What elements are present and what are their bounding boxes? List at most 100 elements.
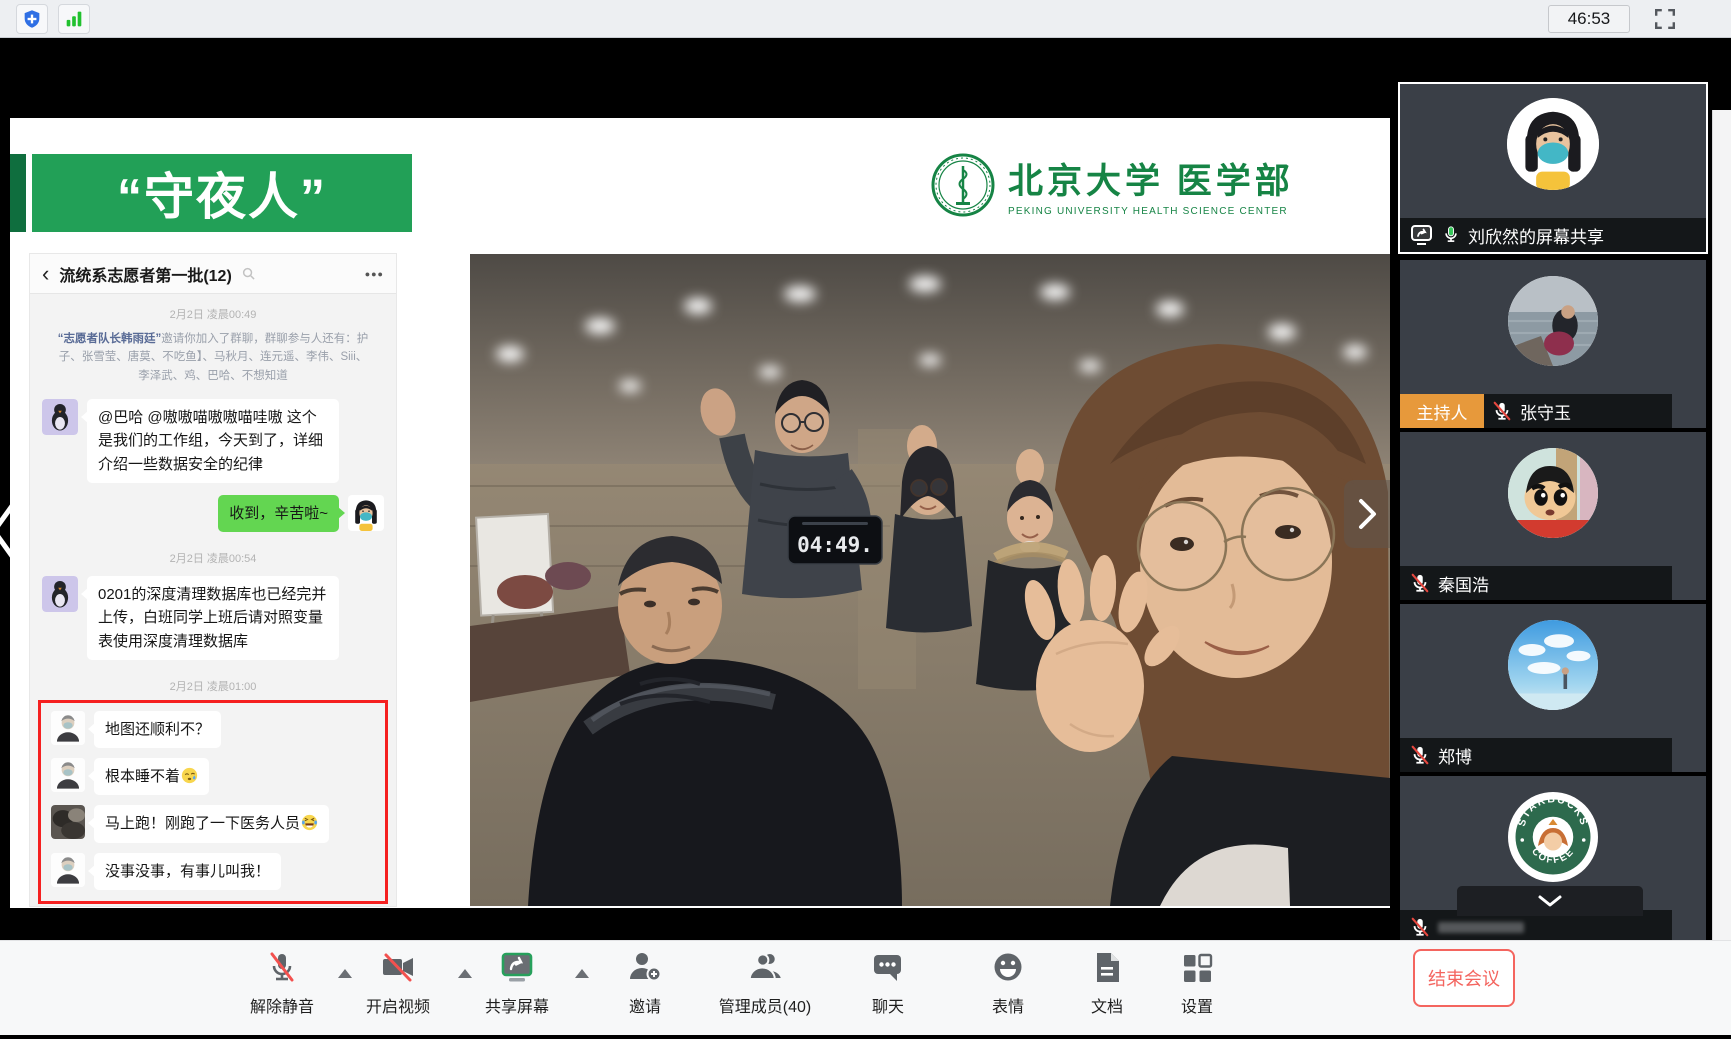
- fullscreen-button[interactable]: [1652, 6, 1678, 32]
- emoji-button[interactable]: 表情: [991, 950, 1025, 1017]
- participant-name-bar: 刘欣然的屏幕共享: [1400, 218, 1706, 252]
- prev-slide-button[interactable]: [0, 500, 16, 562]
- avatar: [42, 576, 78, 612]
- invite-button[interactable]: 邀请: [628, 950, 662, 1017]
- participant-tile-bottom[interactable]: STARBUCKS COFFEE: [1400, 776, 1706, 944]
- participant-name-bar: 主持人 张守玉: [1400, 394, 1672, 428]
- unmute-button[interactable]: 解除静音: [250, 950, 314, 1017]
- avatar: [51, 711, 85, 745]
- invite-person-icon: [628, 950, 662, 986]
- chat-message-row: 马上跑！刚跑了一下医务人员: [41, 800, 385, 847]
- mic-on-icon: [1442, 224, 1460, 246]
- chat-bubble: 收到，辛苦啦~: [218, 495, 339, 532]
- participant-tile-zhengbo[interactable]: 郑博: [1400, 604, 1706, 772]
- participant-name: 张守玉: [1520, 399, 1571, 424]
- chat-message-row: 地图还顺利不？: [41, 706, 385, 753]
- button-label: 设置: [1181, 993, 1213, 1017]
- sleepy-emoji-icon: [181, 767, 198, 784]
- avatar: STARBUCKS COFFEE: [1508, 792, 1598, 882]
- phone-time-text: 04:49.: [797, 533, 873, 557]
- chevron-left-icon: [0, 500, 16, 562]
- participant-name-bar: 郑博: [1400, 738, 1672, 772]
- mic-options-caret[interactable]: [338, 969, 352, 978]
- mic-muted-icon: [1410, 744, 1430, 766]
- chat-button[interactable]: 聊天: [870, 950, 906, 1017]
- mic-muted-icon: [264, 950, 300, 986]
- participant-name: 郑博: [1438, 743, 1472, 768]
- participant-name-bar: 秦国浩: [1400, 566, 1672, 600]
- phone-clock: 04:49.: [788, 516, 882, 564]
- shield-icon: [21, 7, 43, 31]
- screen-share-icon: [498, 950, 536, 986]
- share-screen-button[interactable]: 共享屏幕: [485, 950, 549, 1017]
- end-meeting-button[interactable]: 结束会议: [1413, 949, 1515, 1007]
- avatar: [1507, 98, 1599, 190]
- mic-muted-icon: [1410, 572, 1430, 594]
- fullscreen-icon: [1653, 7, 1677, 31]
- share-options-caret[interactable]: [575, 969, 589, 978]
- search-icon: [242, 267, 255, 280]
- chat-message-row: 根本睡不着: [41, 753, 385, 800]
- university-seal-icon: [930, 152, 996, 218]
- banner-accent-bar: [10, 154, 26, 232]
- logo-en-text: PEKING UNIVERSITY HEALTH SCIENCE CENTER: [1008, 206, 1294, 217]
- chat-message-row: 0201的深度清理数据库也已经完并上传，白班同学上班后请对照变量表使用深度清理数…: [30, 570, 396, 666]
- chat-bubble: 马上跑！刚跑了一下医务人员: [94, 805, 329, 842]
- avatar: [1508, 448, 1598, 538]
- participant-name: [1438, 922, 1524, 933]
- chat-bubble: @巴哈 @嗷嗷喵嗷嗷喵哇嗷 这个是我们的工作组，今天到了，详细介绍一些数据安全的…: [87, 399, 339, 483]
- members-icon: [747, 950, 783, 986]
- chevron-right-icon: [1356, 497, 1378, 531]
- chat-bubble: 地图还顺利不？: [94, 711, 221, 748]
- settings-button[interactable]: 设置: [1180, 950, 1214, 1017]
- more-menu-icon: ●●●: [365, 269, 384, 279]
- scrollbar[interactable]: [1712, 110, 1731, 940]
- host-badge: 主持人: [1400, 394, 1484, 428]
- wechat-chat-header: ‹ 流统系志愿者第一批(12) ●●●: [30, 254, 396, 294]
- collapse-video-list-button[interactable]: [1457, 886, 1643, 916]
- chat-message-row: 收到，辛苦啦~: [30, 489, 396, 538]
- chat-message-row: @巴哈 @嗷嗷喵嗷嗷喵哇嗷 这个是我们的工作组，今天到了，详细介绍一些数据安全的…: [30, 393, 396, 489]
- button-label: 解除静音: [250, 993, 314, 1017]
- top-bar: 46:53: [0, 0, 1731, 38]
- network-signal-button[interactable]: [58, 4, 90, 34]
- screen-share-indicator-icon: [1410, 223, 1434, 247]
- logo-cn-text: 北京大学 医学部: [1008, 153, 1294, 204]
- settings-grid-icon: [1180, 950, 1214, 986]
- camera-off-icon: [379, 950, 417, 986]
- back-arrow-icon: ‹: [42, 263, 49, 285]
- next-slide-button[interactable]: [1344, 480, 1390, 548]
- timer-value: 46:53: [1568, 9, 1611, 29]
- security-shield-button[interactable]: [16, 4, 48, 34]
- chat-bubble: 没事没事，有事儿叫我！: [94, 853, 281, 890]
- chat-bubble-icon: [870, 950, 906, 986]
- chat-timestamp: 2月2日 凌晨00:54: [30, 550, 396, 566]
- participant-tile-qinguohao[interactable]: 秦国浩: [1400, 432, 1706, 600]
- chat-timestamp: 2月2日 凌晨00:49: [30, 306, 396, 322]
- slide-title-banner: “守夜人”: [32, 154, 412, 232]
- button-label: 开启视频: [366, 993, 430, 1017]
- chat-bubble: 0201的深度清理数据库也已经完并上传，白班同学上班后请对照变量表使用深度清理数…: [87, 576, 339, 660]
- document-icon: [1091, 950, 1123, 986]
- video-options-caret[interactable]: [458, 969, 472, 978]
- avatar: [42, 399, 78, 435]
- docs-button[interactable]: 文档: [1091, 950, 1123, 1017]
- wechat-group-title: 流统系志愿者第一批(12): [59, 262, 231, 286]
- emoji-smiley-icon: [991, 950, 1025, 986]
- screen-share-content[interactable]: “守夜人” 北京大学 医学部 PEKING UNIVERSITY HEALTH …: [10, 118, 1390, 908]
- avatar: [348, 495, 384, 531]
- mic-muted-icon: [1410, 916, 1430, 938]
- chat-bubble: 根本睡不着: [94, 758, 209, 795]
- avatar: [1508, 276, 1598, 366]
- avatar: [1508, 620, 1598, 710]
- participant-tile-liuxinran[interactable]: 刘欣然的屏幕共享: [1398, 82, 1708, 254]
- button-label: 共享屏幕: [485, 993, 549, 1017]
- button-label: 聊天: [872, 993, 904, 1017]
- meeting-timer: 46:53: [1548, 5, 1630, 33]
- participant-name: 秦国浩: [1438, 571, 1489, 596]
- group-photo: 04:49.: [470, 254, 1390, 906]
- manage-members-button[interactable]: 管理成员(40): [719, 950, 811, 1017]
- start-video-button[interactable]: 开启视频: [366, 950, 430, 1017]
- participant-tile-zhangshouyu[interactable]: 主持人 张守玉: [1400, 260, 1706, 428]
- avatar: [51, 805, 85, 839]
